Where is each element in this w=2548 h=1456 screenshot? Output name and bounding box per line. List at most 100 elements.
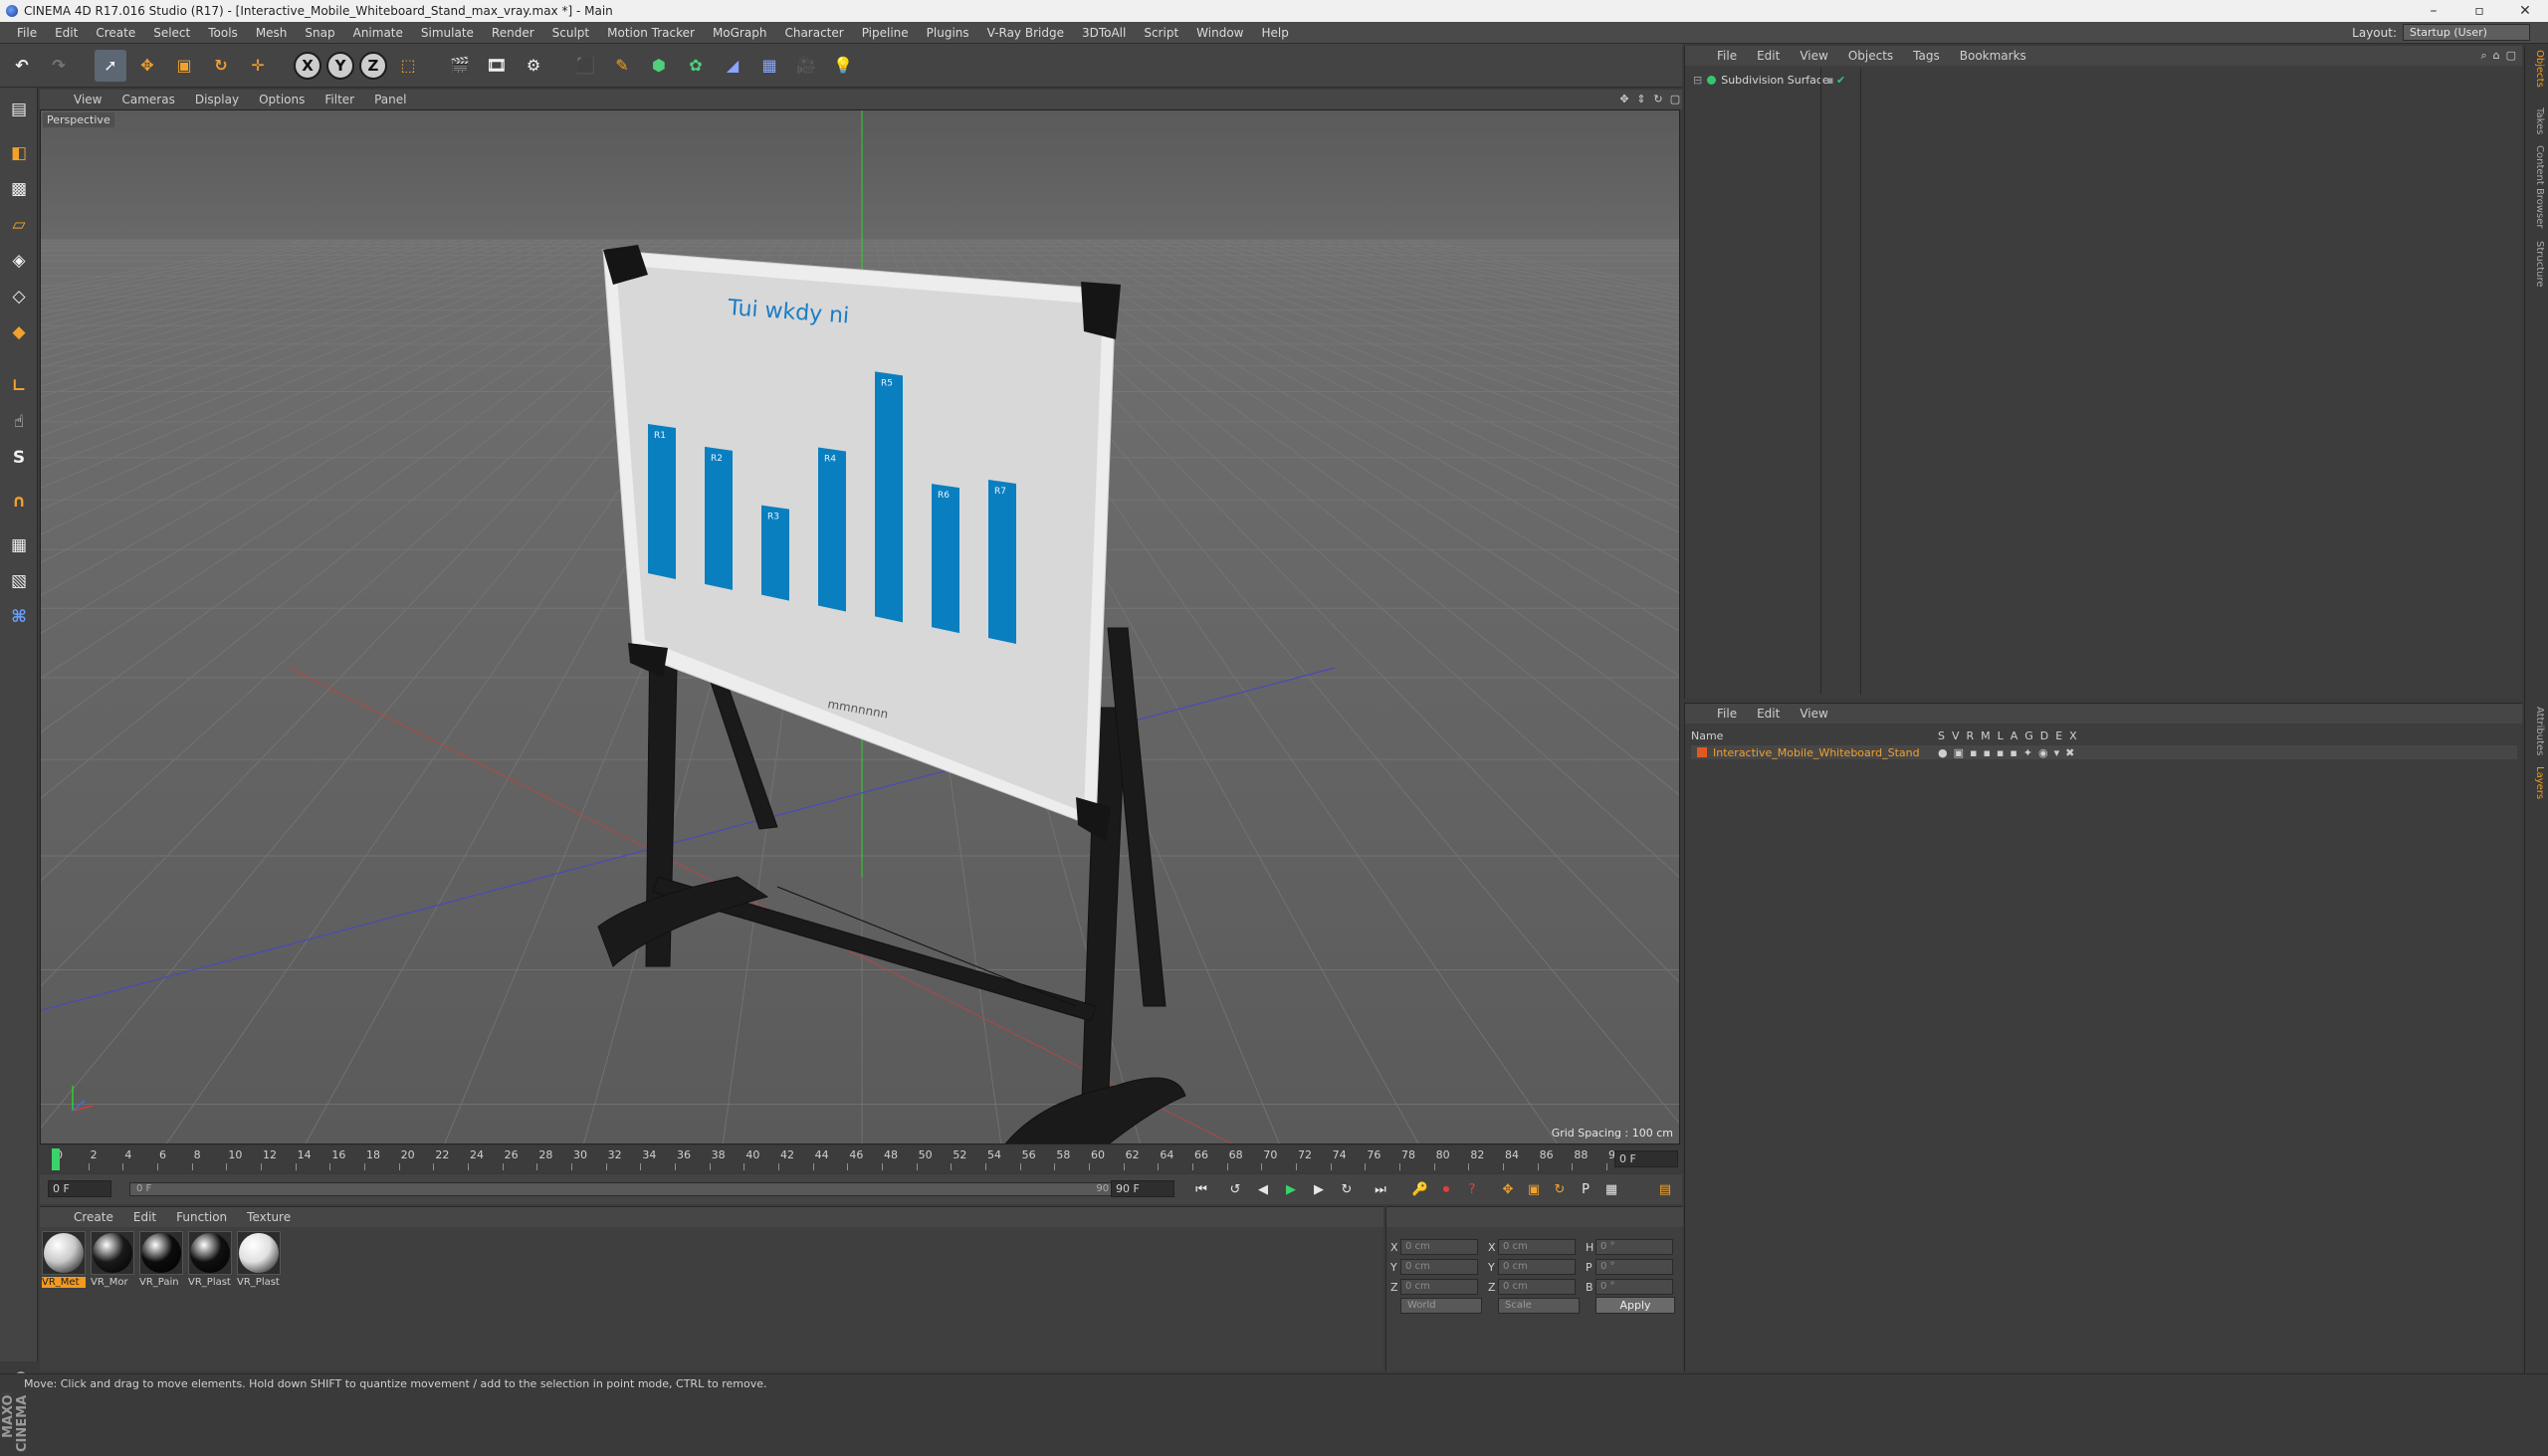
key-rotation-icon[interactable]: ↻ [1549,1178,1571,1200]
viewport-menu-options[interactable]: Options [249,93,315,106]
size-x-field[interactable]: 0 cm [1498,1239,1576,1255]
undo-icon[interactable]: ↶ [6,50,38,82]
menu-help[interactable]: Help [1252,26,1297,40]
material-swatch[interactable]: VR_Plast [188,1231,234,1291]
material-preview[interactable] [139,1231,183,1275]
minimize-button[interactable]: – [2411,0,2456,22]
material-swatch[interactable]: VR_Pain [139,1231,185,1291]
material-name[interactable]: VR_Plast [237,1277,281,1288]
object-menu-file[interactable]: File [1707,49,1747,63]
keyframe-selection-icon[interactable]: 🔑 [1409,1178,1431,1200]
menu-window[interactable]: Window [1187,26,1252,40]
material-menu-create[interactable]: Create [64,1210,123,1224]
points-mode-icon[interactable]: ◈ [3,245,35,277]
menu-simulate[interactable]: Simulate [412,26,483,40]
next-key-icon[interactable]: ↻ [1336,1178,1358,1200]
go-to-start-icon[interactable]: ⏮ [1190,1178,1212,1200]
camera-icon[interactable]: 🎥 [790,50,822,82]
x-axis-lock-button[interactable]: X [294,51,321,80]
model-mode-icon[interactable]: ◧ [3,137,35,169]
size-y-field[interactable]: 0 cm [1498,1259,1576,1275]
workplane-icon[interactable]: ▱ [3,209,35,241]
object-menu-edit[interactable]: Edit [1747,49,1790,63]
y-axis-lock-button[interactable]: Y [326,51,354,80]
enabled-check-icon[interactable]: ✔ [1836,74,1845,87]
layer-menu-edit[interactable]: Edit [1747,707,1790,721]
scale-tool-icon[interactable]: ▣ [168,50,200,82]
menu-animate[interactable]: Animate [344,26,412,40]
menu-file[interactable]: File [8,26,46,40]
viewport-menu-panel[interactable]: Panel [364,93,416,106]
viewport-menu-cameras[interactable]: Cameras [111,93,184,106]
menu-plugins[interactable]: Plugins [918,26,978,40]
maximize-button[interactable]: ▫ [2456,0,2502,22]
key-pla-icon[interactable]: ▦ [1600,1178,1622,1200]
rot-h-field[interactable]: 0 ° [1595,1239,1673,1255]
viewport-menu-display[interactable]: Display [185,93,249,106]
tab-layers[interactable]: Layers [2529,766,2545,799]
new-window-icon[interactable]: ▢ [2506,49,2516,63]
last-tool-icon[interactable]: ✛ [242,50,274,82]
layout-dropdown[interactable]: Startup (User) [2403,24,2530,41]
timeline-ruler[interactable]: 0246810121416182022242628303234363840424… [40,1146,1682,1172]
perspective-viewport[interactable]: Tui wkdy ni R1 R2 R3 R4 R5 R6 R7 mmnnnnn Persp… [40,109,1680,1144]
material-swatch[interactable]: VR_Met [42,1231,88,1291]
layer-color-swatch[interactable] [1697,747,1707,757]
spline-pen-icon[interactable]: ✎ [606,50,638,82]
material-menu-edit[interactable]: Edit [123,1210,166,1224]
menu-create[interactable]: Create [87,26,144,40]
apply-button[interactable]: Apply [1595,1297,1675,1314]
deformer-icon[interactable]: ◢ [717,50,748,82]
end-frame-field[interactable]: 90 F [1111,1180,1174,1197]
viewport-menu-view[interactable]: View [64,93,111,106]
move-tool-icon[interactable]: ✥ [131,50,163,82]
menu-snap[interactable]: Snap [296,26,343,40]
tab-content-browser[interactable]: Content Browser [2529,145,2545,228]
pos-y-field[interactable]: 0 cm [1400,1259,1478,1275]
key-scale-icon[interactable]: ▣ [1523,1178,1545,1200]
tab-takes[interactable]: Takes [2529,107,2545,134]
tab-attributes[interactable]: Attributes [2529,707,2545,755]
coordinate-system-icon[interactable]: ⬚ [392,50,424,82]
menu-character[interactable]: Character [775,26,852,40]
python-script-icon[interactable]: ⌘ [3,601,35,633]
material-swatch[interactable]: VR_Mor [91,1231,136,1291]
menu-3dtoall[interactable]: 3DToAll [1073,26,1135,40]
pos-x-field[interactable]: 0 cm [1400,1239,1478,1255]
menu-motion-tracker[interactable]: Motion Tracker [598,26,704,40]
material-preview[interactable] [237,1231,281,1275]
rotate-tool-icon[interactable]: ↻ [205,50,237,82]
object-menu-objects[interactable]: Objects [1838,49,1903,63]
material-name[interactable]: VR_Pain [139,1277,183,1288]
menu-select[interactable]: Select [144,26,199,40]
render-view-icon[interactable]: 🎬 [444,50,476,82]
timeline-window-icon[interactable]: ▤ [1654,1178,1676,1200]
expand-icon[interactable]: ⊟ [1693,74,1702,87]
material-preview[interactable] [42,1231,86,1275]
object-menu-tags[interactable]: Tags [1903,49,1950,63]
play-forward-icon[interactable]: ▶ [1280,1178,1302,1200]
material-name[interactable]: VR_Mor [91,1277,134,1288]
menu-edit[interactable]: Edit [46,26,87,40]
previous-key-icon[interactable]: ↺ [1224,1178,1246,1200]
pan-icon[interactable]: ✥ [1617,92,1631,105]
coordinate-mode-dropdown[interactable]: World [1400,1298,1482,1314]
edges-mode-icon[interactable]: ◇ [3,281,35,312]
material-preview[interactable] [188,1231,232,1275]
tab-structure[interactable]: Structure [2529,241,2545,288]
object-menu-bookmarks[interactable]: Bookmarks [1950,49,2036,63]
close-button[interactable]: ✕ [2502,0,2548,22]
material-menu-texture[interactable]: Texture [237,1210,301,1224]
tab-objects[interactable]: Objects [2529,50,2545,88]
object-menu-view[interactable]: View [1790,49,1837,63]
layer-menu-file[interactable]: File [1707,707,1747,721]
lock-workplane-icon[interactable]: ▧ [3,565,35,597]
dolly-icon[interactable]: ⇕ [1634,92,1648,105]
menu-render[interactable]: Render [483,26,543,40]
menu-tools[interactable]: Tools [199,26,247,40]
layer-menu-view[interactable]: View [1790,707,1837,721]
menu-vray-bridge[interactable]: V-Ray Bridge [978,26,1073,40]
transform-mode-dropdown[interactable]: Scale [1498,1298,1580,1314]
subdivision-generator-icon[interactable]: ⬢ [643,50,675,82]
record-active-icon[interactable]: ⏺ [1435,1178,1457,1200]
